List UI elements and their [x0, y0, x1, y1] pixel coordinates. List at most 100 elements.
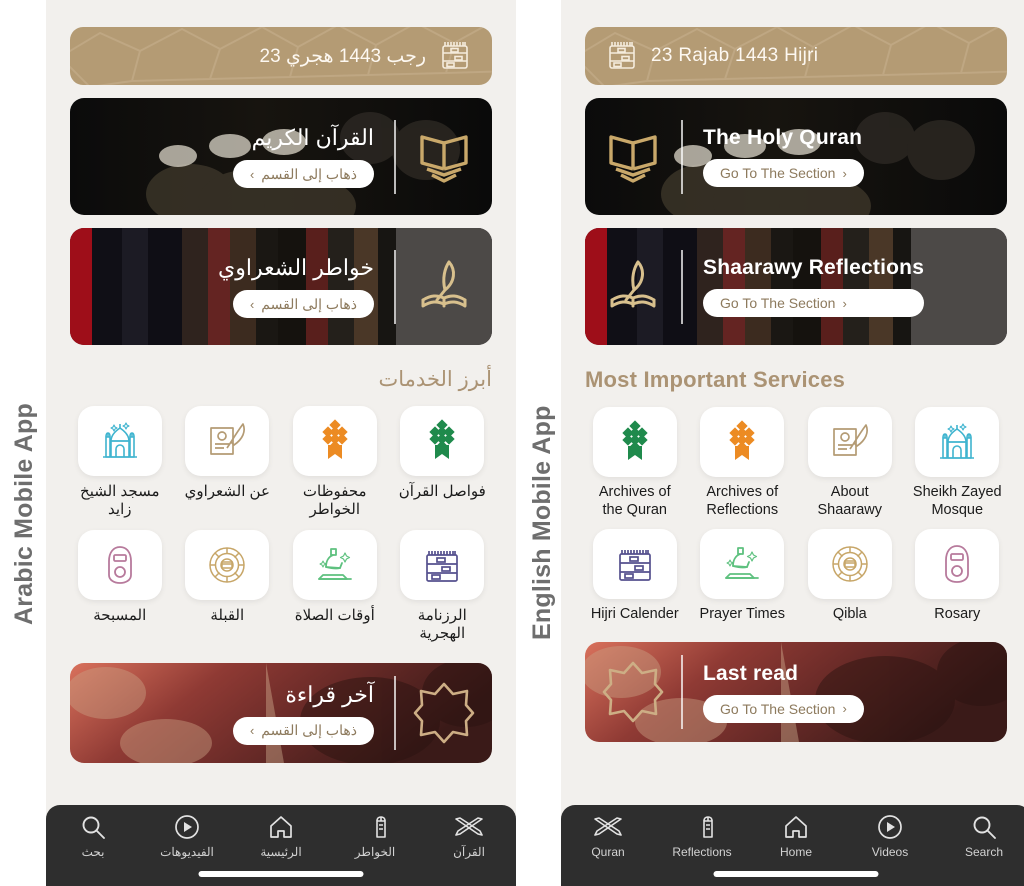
service-icon-tile[interactable] [400, 529, 485, 600]
services-grid: فواصل القرآن محفوظات الخواطر عن الشعراوي… [70, 406, 492, 643]
service-item[interactable]: Rosary [908, 529, 1008, 624]
service-item[interactable]: Hijri Calender [585, 529, 685, 624]
hero-card-reflections[interactable]: خواطر الشعراوي ذهاب إلى القسم ‹ [70, 228, 492, 345]
play-circle-icon [877, 813, 903, 841]
calendar-icon [421, 545, 463, 585]
go-to-section-button[interactable]: ذهاب إلى القسم ‹ [232, 160, 374, 188]
service-item[interactable]: القبلة [178, 529, 278, 644]
hero-card-text: خواطر الشعراوي ذهاب إلى القسم ‹ [198, 255, 394, 318]
service-icon-tile[interactable] [185, 406, 270, 476]
service-icon-tile[interactable] [592, 407, 677, 477]
service-label: Prayer Times [699, 606, 785, 623]
nav-item-label: الرئيسية [260, 845, 302, 859]
go-to-section-label: Go To The Section [720, 165, 836, 181]
service-item[interactable]: عن الشعراوي [178, 406, 278, 520]
diamond-lattice-ribbon-icon [615, 420, 655, 464]
nav-item-label: Search [964, 845, 1004, 859]
hijri-date-label: 23 Rajab 1443 Hijri [651, 45, 819, 66]
go-to-section-button[interactable]: ذهاب إلى القسم ‹ [232, 716, 374, 745]
service-item[interactable]: مسجد الشيخ زايد [70, 406, 170, 520]
service-icon-tile[interactable] [807, 529, 892, 600]
calendar-icon [440, 40, 470, 72]
nav-item-home[interactable]: الرئيسية [234, 813, 328, 859]
nav-item-crescent-minaret[interactable]: Reflections [655, 813, 749, 859]
service-item[interactable]: الرزنامة الهجرية [393, 529, 493, 644]
hero-title: آخر قراءة [285, 681, 374, 707]
service-item[interactable]: فواصل القرآن [393, 406, 493, 520]
service-icon-tile[interactable] [700, 529, 785, 600]
service-label: Sheikh Zayed Mosque [912, 484, 1002, 518]
service-icon-tile[interactable] [700, 407, 785, 477]
hijri-date-banner[interactable]: 23 Rajab 1443 Hijri [585, 27, 1007, 85]
rosary-counter-icon [103, 543, 137, 587]
hijri-date-label: 23 رجب 1443 هجري [259, 45, 426, 67]
service-icon-tile[interactable] [292, 529, 377, 600]
hero-card-text: The Holy Quran Go To The Section › [683, 126, 884, 187]
hero-card-last-read[interactable]: Last read Go To The Section › [585, 642, 1007, 743]
service-icon-tile[interactable] [185, 529, 270, 600]
calendar-icon [614, 544, 656, 584]
service-label: About Shaarawy [817, 484, 882, 518]
nav-item-play-circle[interactable]: Videos [843, 813, 937, 859]
go-to-section-label: Go To The Section [720, 295, 836, 311]
service-icon-tile[interactable] [915, 407, 1000, 477]
service-item[interactable]: Archives of the Quran [585, 407, 685, 519]
hero-card-text: Last read Go To The Section › [683, 662, 884, 723]
service-icon-tile[interactable] [292, 406, 377, 476]
navigation-items: القرآن الخواطر الرئيسية الفيديوهات بحث [46, 805, 516, 867]
nav-item-crossed-pens[interactable]: القرآن [422, 813, 516, 859]
quill-book-icon [585, 256, 681, 318]
diamond-lattice-ribbon-icon [722, 420, 762, 464]
hero-card-text: آخر قراءة ذهاب إلى القسم ‹ [213, 682, 394, 745]
crescent-minaret-icon [688, 813, 716, 841]
service-item[interactable]: About Shaarawy [800, 407, 900, 519]
services-section-title: Most Important Services [585, 367, 846, 392]
nav-item-crossed-pens[interactable]: Quran [561, 813, 655, 859]
home-icon [267, 813, 295, 841]
service-icon-tile[interactable] [77, 529, 162, 600]
search-icon [971, 813, 997, 841]
service-label: Hijri Calender [590, 606, 679, 623]
go-to-section-button[interactable]: Go To The Section › [703, 694, 864, 723]
go-to-section-button[interactable]: Go To The Section › [703, 159, 864, 187]
nav-item-label: Home [779, 845, 812, 859]
qibla-compass-icon [206, 544, 248, 586]
go-to-section-button[interactable]: Go To The Section › [703, 289, 925, 317]
praying-person-icon [720, 544, 764, 584]
chevron-left-icon: ‹ [249, 723, 255, 739]
service-item[interactable]: Qibla [800, 529, 900, 624]
home-indicator [198, 871, 364, 877]
hero-card-quran[interactable]: القرآن الكريم ذهاب إلى القسم ‹ [70, 98, 492, 215]
service-icon-tile[interactable] [77, 406, 162, 476]
service-icon-tile[interactable] [915, 529, 1000, 600]
go-to-section-button[interactable]: ذهاب إلى القسم ‹ [232, 290, 374, 318]
hero-card-reflections[interactable]: Shaarawy Reflections Go To The Section › [585, 228, 1007, 345]
chevron-right-icon: › [842, 165, 847, 181]
profile-card-quill-icon [205, 420, 249, 462]
navigation-items: Quran Reflections Home Videos Search [561, 805, 1024, 867]
service-icon-tile[interactable] [807, 407, 892, 477]
hero-card-last-read[interactable]: آخر قراءة ذهاب إلى القسم ‹ [70, 663, 492, 764]
service-item[interactable]: محفوظات الخواطر [285, 406, 385, 520]
profile-card-quill-icon [828, 421, 872, 463]
nav-item-play-circle[interactable]: الفيديوهات [140, 813, 234, 859]
service-item[interactable]: Prayer Times [693, 529, 793, 624]
open-book-stand-icon [396, 127, 492, 187]
nav-item-search[interactable]: بحث [46, 813, 140, 859]
service-item[interactable]: المسبحة [70, 529, 170, 644]
nav-item-search[interactable]: Search [937, 813, 1024, 859]
nav-item-home[interactable]: Home [749, 813, 843, 859]
hero-card-quran[interactable]: The Holy Quran Go To The Section › [585, 98, 1007, 215]
service-item[interactable]: Sheikh Zayed Mosque [908, 407, 1008, 519]
service-item[interactable]: أوقات الصلاة [285, 529, 385, 644]
service-label: عن الشعراوي [184, 483, 270, 500]
service-label: محفوظات الخواطر [302, 483, 367, 519]
chevron-right-icon: › [842, 701, 847, 717]
hijri-date-banner[interactable]: 23 رجب 1443 هجري [70, 27, 492, 85]
go-to-section-label: ذهاب إلى القسم [261, 165, 357, 182]
nav-item-crescent-minaret[interactable]: الخواطر [328, 813, 422, 859]
service-label: القبلة [210, 606, 245, 624]
service-icon-tile[interactable] [400, 406, 485, 476]
service-icon-tile[interactable] [592, 529, 677, 600]
service-item[interactable]: Archives of Reflections [693, 407, 793, 519]
